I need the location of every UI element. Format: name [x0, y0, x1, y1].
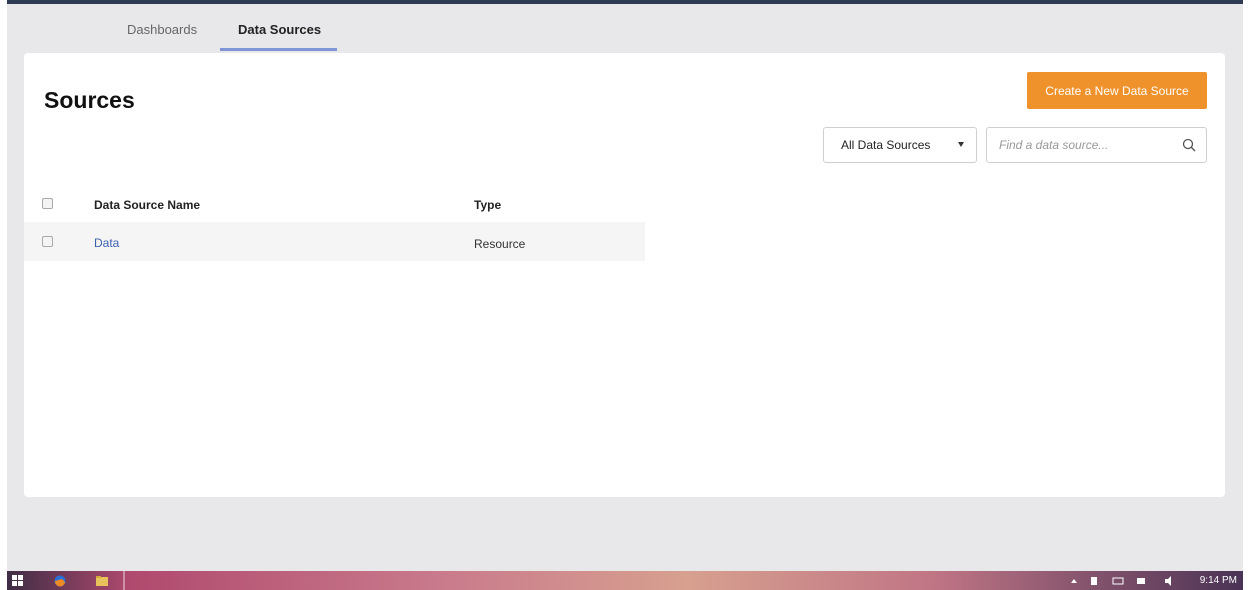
tab-dashboards[interactable]: Dashboards: [127, 22, 197, 37]
table-header: Data Source Name Type: [24, 185, 645, 222]
row-checkbox[interactable]: [42, 236, 53, 247]
taskbar-clock[interactable]: 9:14 PM: [1200, 575, 1237, 586]
os-taskbar: 9:14 PM: [7, 571, 1243, 590]
select-all-checkbox[interactable]: [42, 198, 53, 209]
tab-data-sources[interactable]: Data Sources: [238, 22, 321, 37]
firefox-icon[interactable]: [53, 574, 67, 587]
system-tray-icons[interactable]: [1067, 576, 1187, 586]
page-title: Sources: [44, 87, 135, 113]
search-icon[interactable]: [1182, 138, 1196, 152]
file-explorer-icon[interactable]: [95, 574, 109, 587]
column-header-type[interactable]: Type: [474, 198, 501, 212]
column-header-name[interactable]: Data Source Name: [94, 198, 200, 212]
data-sources-table: Data Source Name Type Data Resource: [24, 185, 645, 261]
table-row: Data Resource: [24, 222, 645, 261]
search-box: [986, 127, 1207, 163]
search-input[interactable]: [988, 129, 1178, 161]
sources-card: Sources Create a New Data Source All Dat…: [24, 53, 1225, 497]
active-tab-indicator: [220, 48, 337, 51]
tab-bar: Dashboards Data Sources: [7, 8, 1243, 52]
caret-down-icon: [958, 142, 964, 147]
taskbar-divider: [123, 571, 125, 590]
create-data-source-button[interactable]: Create a New Data Source: [1027, 72, 1207, 109]
app-window: Dashboards Data Sources Sources Create a…: [7, 0, 1243, 571]
data-source-filter-select[interactable]: All Data Sources: [823, 127, 977, 163]
data-source-type: Resource: [474, 237, 526, 251]
data-source-link[interactable]: Data: [94, 236, 119, 250]
filter-selected-value: All Data Sources: [841, 138, 931, 152]
windows-start-icon[interactable]: [11, 574, 25, 587]
